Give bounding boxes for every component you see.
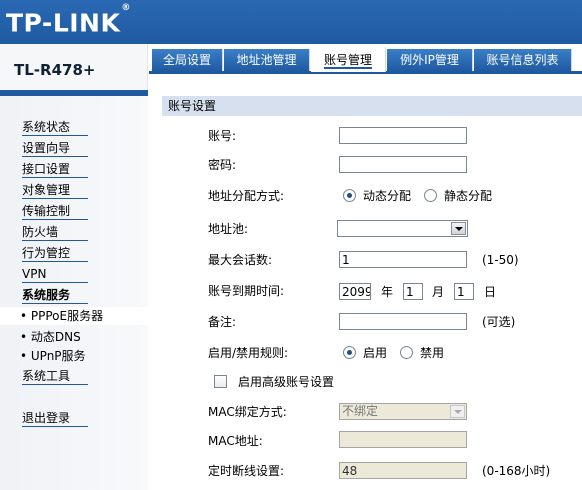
sidebar-item-objects[interactable]: 对象管理 <box>22 181 88 199</box>
sidebar-item-behavior[interactable]: 行为管控 <box>22 244 88 262</box>
rule-disable-label: 禁用 <box>420 346 445 360</box>
sidebar-item-firewall[interactable]: 防火墙 <box>22 223 88 241</box>
tab-global-settings[interactable]: 全局设置 <box>152 49 223 71</box>
alloc-static-radio[interactable] <box>424 189 437 202</box>
password-label: 密码: <box>208 158 237 172</box>
expire-label: 账号到期时间: <box>208 284 285 298</box>
sidebar-item-pppoe-server[interactable]: • PPPoE服务器 <box>0 307 148 325</box>
sidebar-item-upnp[interactable]: • UPnP服务 <box>20 347 86 365</box>
mac-addr-label: MAC地址: <box>208 434 263 448</box>
note-hint: (可选) <box>482 315 516 329</box>
note-input[interactable] <box>339 313 467 330</box>
account-label: 账号: <box>208 129 237 143</box>
password-input[interactable] <box>339 156 467 173</box>
chevron-down-icon <box>451 222 466 235</box>
sidebar-item-transmission[interactable]: 传输控制 <box>22 202 88 220</box>
sidebar-item-logout[interactable]: 退出登录 <box>22 409 88 427</box>
sidebar-top-bar <box>0 90 148 96</box>
sidebar-item-system-tools[interactable]: 系统工具 <box>22 367 88 385</box>
max-sessions-label: 最大会话数: <box>208 253 273 267</box>
timeout-hint: (0-168小时) <box>482 464 551 478</box>
sidebar-item-interface[interactable]: 接口设置 <box>22 160 88 178</box>
account-input[interactable] <box>339 127 467 144</box>
sidebar: 系统状态 设置向导 接口设置 对象管理 传输控制 防火墙 行为管控 VPN 系统… <box>0 90 148 490</box>
sidebar-item-vpn[interactable]: VPN <box>22 265 88 283</box>
tp-link-logo: TP-LINK® <box>6 3 131 38</box>
note-label: 备注: <box>208 315 237 329</box>
header-bar: TP-LINK® <box>0 0 582 44</box>
rule-enable-radio[interactable] <box>343 346 356 359</box>
alloc-static-label: 静态分配 <box>444 189 493 203</box>
model-area: TL-R478+ <box>0 44 148 90</box>
sidebar-item-system-services[interactable]: 系统服务 <box>22 286 88 304</box>
alloc-dynamic-label: 动态分配 <box>363 189 412 203</box>
max-sessions-input[interactable] <box>339 251 467 268</box>
tab-account-management[interactable]: 账号管理 <box>311 47 386 72</box>
month-unit: 月 <box>432 285 445 299</box>
model-name: TL-R478+ <box>14 61 96 79</box>
sidebar-item-system-status[interactable]: 系统状态 <box>22 118 88 136</box>
mac-bind-label: MAC绑定方式: <box>208 405 287 419</box>
expire-year-input[interactable] <box>339 283 371 300</box>
mac-addr-input[interactable] <box>339 431 467 448</box>
section-title: 账号设置 <box>162 96 582 116</box>
expire-month-input[interactable] <box>403 283 423 300</box>
tab-address-pool[interactable]: 地址池管理 <box>224 49 310 71</box>
tab-account-info-list[interactable]: 账号信息列表 <box>474 49 572 71</box>
chevron-down-icon <box>450 405 465 418</box>
alloc-dynamic-radio[interactable] <box>343 189 356 202</box>
content-area: 账号设置 账号: 密码: 地址分配方式: 动态分配 静态分配 地址池: 最大会话… <box>148 90 582 490</box>
mac-bind-select[interactable]: 不绑定 <box>339 403 467 420</box>
advanced-checkbox[interactable] <box>214 375 227 388</box>
sidebar-item-ddns[interactable]: • 动态DNS <box>20 328 86 346</box>
model-tab-bar: TL-R478+ 全局设置 地址池管理 账号管理 例外IP管理 账号信息列表 <box>0 44 582 90</box>
sidebar-item-setup-wizard[interactable]: 设置向导 <box>22 139 88 157</box>
day-unit: 日 <box>484 285 497 299</box>
pool-select[interactable] <box>337 220 468 237</box>
expire-day-input[interactable] <box>454 283 474 300</box>
advanced-label: 启用高级账号设置 <box>238 375 335 389</box>
year-unit: 年 <box>381 285 394 299</box>
max-sessions-hint: (1-50) <box>482 253 519 267</box>
rule-enable-label: 启用 <box>363 346 388 360</box>
timeout-input[interactable] <box>339 462 467 479</box>
rule-label: 启用/禁用规则: <box>208 346 289 360</box>
timeout-label: 定时断线设置: <box>208 464 285 478</box>
tab-exception-ip[interactable]: 例外IP管理 <box>387 49 473 71</box>
rule-disable-radio[interactable] <box>400 346 413 359</box>
pool-label: 地址池: <box>208 222 249 236</box>
mac-bind-value: 不绑定 <box>342 404 379 418</box>
alloc-label: 地址分配方式: <box>208 189 285 203</box>
